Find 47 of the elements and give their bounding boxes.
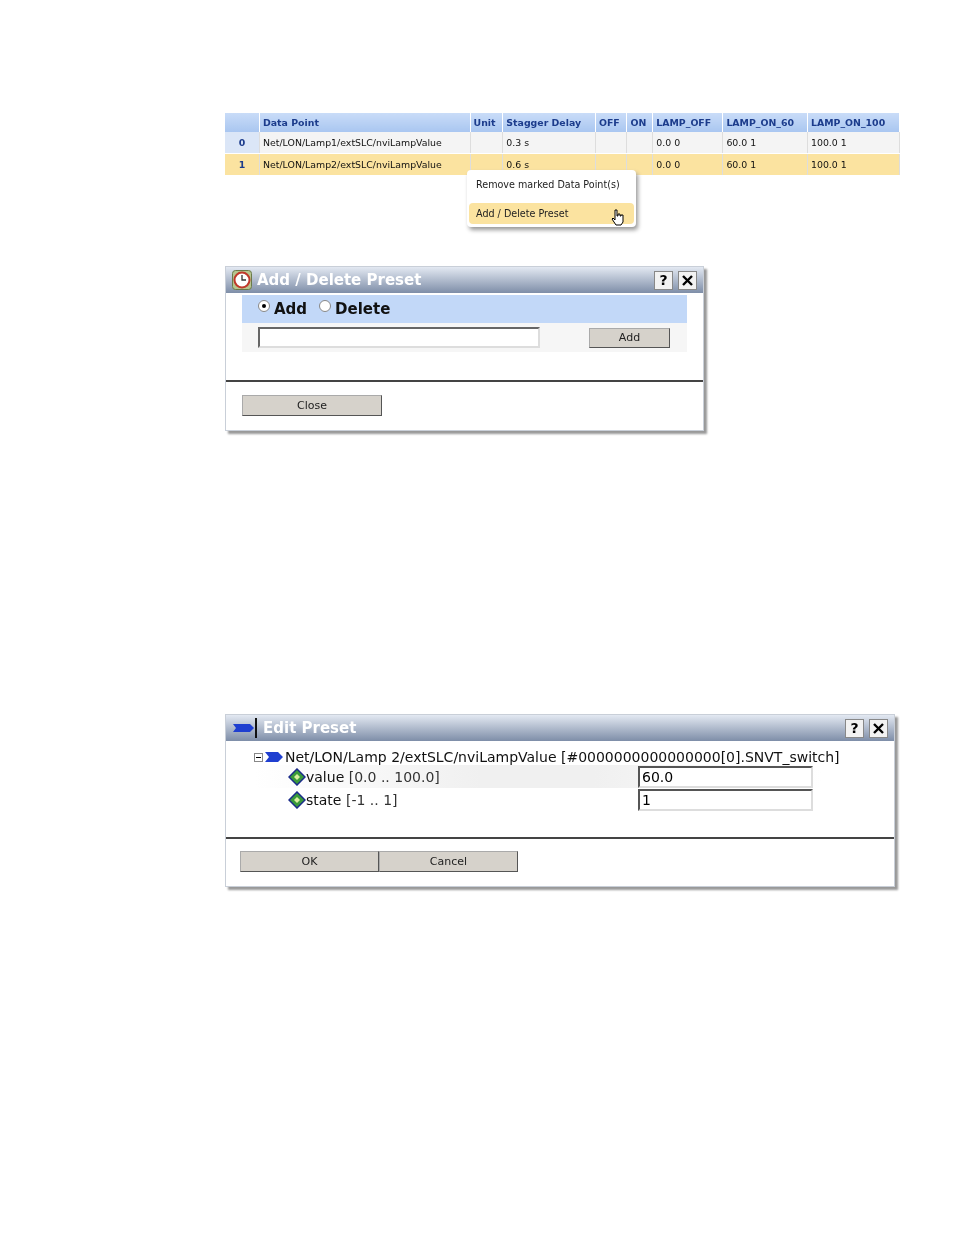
close-button[interactable] <box>869 718 888 738</box>
menu-item[interactable]: Add / Delete Preset <box>469 203 634 224</box>
clock-icon <box>232 270 252 290</box>
close-icon <box>682 274 693 286</box>
diamond-icon <box>288 790 306 809</box>
column-header[interactable]: LAMP_OFF <box>652 113 723 132</box>
collapse-toggle[interactable] <box>254 752 263 762</box>
arrow-icon <box>265 752 283 762</box>
table-cell: 0.3 s <box>502 132 596 154</box>
column-header[interactable]: Stagger Delay <box>502 113 596 132</box>
add-button[interactable]: Add <box>589 327 670 348</box>
preset-name-field[interactable] <box>258 327 540 348</box>
column-header[interactable]: Data Point <box>259 113 470 132</box>
help-button[interactable]: ? <box>654 270 673 290</box>
radio-button[interactable] <box>258 300 270 312</box>
table-cell: 100.0 1 <box>807 132 900 154</box>
column-header[interactable]: ON <box>626 113 653 132</box>
value-field[interactable]: 1 <box>638 788 813 811</box>
flag-icon <box>232 718 258 738</box>
column-header[interactable]: Unit <box>470 113 503 132</box>
diamond-icon <box>288 767 306 786</box>
window-title: Edit Preset <box>263 719 358 737</box>
column-header[interactable]: LAMP_ON_60 <box>722 113 808 132</box>
column-header[interactable]: LAMP_ON_100 <box>807 113 900 132</box>
column-header[interactable]: OFF <box>595 113 627 132</box>
table-cell: 60.0 1 <box>722 132 808 154</box>
field-label: state [-1 .. 1] <box>306 791 399 808</box>
dialog-button[interactable]: OK <box>240 851 379 872</box>
dialog-button[interactable]: Cancel <box>379 851 518 872</box>
table-cell: Net/LON/Lamp1/extSLC/nviLampValue <box>259 132 470 154</box>
close-button[interactable]: Close <box>242 395 382 416</box>
table-cell: 0.0 0 <box>652 132 723 154</box>
menu-item[interactable]: Remove marked Data Point(s) <box>469 174 634 195</box>
help-button[interactable]: ? <box>845 718 864 738</box>
close-icon <box>873 722 884 734</box>
window-title: Add / Delete Preset <box>257 271 423 289</box>
radio-option[interactable]: Add <box>258 300 308 318</box>
row-number: 1 <box>225 153 260 176</box>
radio-option[interactable]: Delete <box>319 300 391 318</box>
radio-button[interactable] <box>319 300 332 312</box>
minus-icon <box>254 752 263 762</box>
table-cell: Net/LON/Lamp2/extSLC/nviLampValue <box>259 153 470 176</box>
row-number: 0 <box>225 132 260 154</box>
field-label: value [0.0 .. 100.0] <box>306 768 441 785</box>
close-button[interactable] <box>678 270 697 290</box>
value-field[interactable]: 60.0 <box>638 765 813 788</box>
tree-node-label[interactable]: Net/LON/Lamp 2/extSLC/nviLampValue [#0000000000000000[0].SNVT_switch] <box>285 749 840 765</box>
